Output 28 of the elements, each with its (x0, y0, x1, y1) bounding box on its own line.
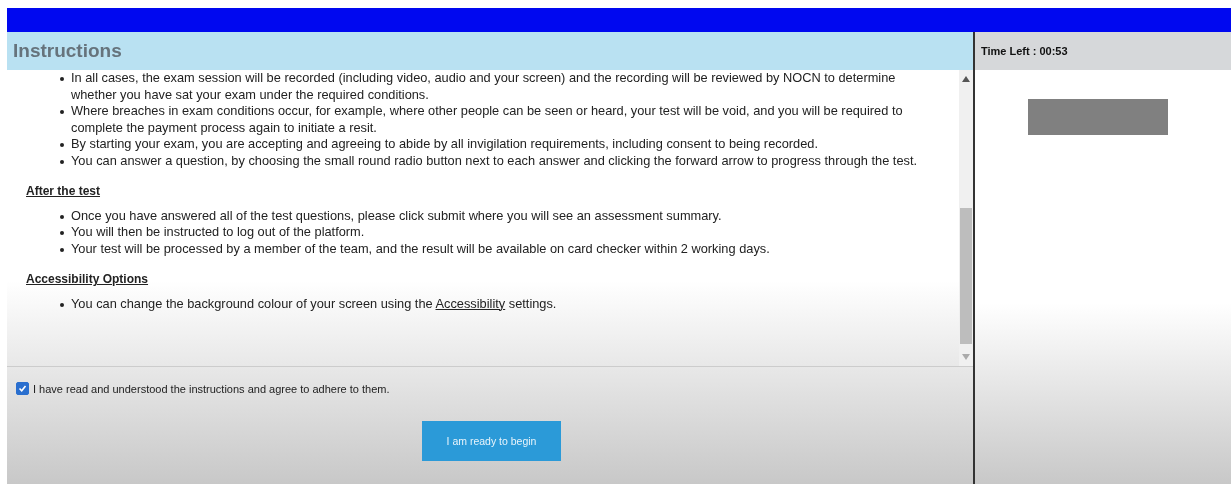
bullet-icon (60, 247, 64, 252)
instruction-item: You can answer a question, by choosing the small round radio button next to each answer and clicking the forward arrow to progress through the test. (71, 152, 919, 169)
scrollbar[interactable] (959, 70, 973, 366)
bullet-icon (60, 143, 64, 147)
accessibility-link[interactable]: Accessibility (435, 295, 506, 311)
agree-checkbox[interactable] (16, 382, 29, 395)
scroll-up-icon[interactable] (962, 76, 970, 82)
section-heading: Accessibility Options (26, 271, 150, 288)
check-icon (18, 384, 27, 393)
instruction-item: Once you have answered all of the test questions, please click submit where you will see an assessment summary. (71, 207, 723, 224)
instruction-item: You will then be instructed to log out of the platform. (71, 224, 366, 241)
time-left: Time Left : 00:53 (981, 45, 1068, 57)
bullet-icon (60, 302, 64, 307)
instruction-item: Your test will be processed by a member of the team, and the result will be available on card checker within 2 working days. (71, 240, 771, 257)
instruction-item: You can change the background colour of your screen using the Accessibility settings. (71, 295, 558, 312)
scroll-down-icon[interactable] (962, 354, 970, 360)
scroll-thumb[interactable] (960, 208, 972, 344)
section-heading: After the test (26, 183, 101, 200)
page-title: Instructions (13, 40, 122, 62)
agree-label: I have read and understood the instructions and agree to adhere to them. (33, 382, 390, 395)
bullet-icon (60, 110, 64, 114)
instruction-item: Where breaches in exam conditions occur, for example, where other people can be seen or heard, your test will be void, and you will be required to complete the payment process again to initiate a resit. (71, 103, 904, 136)
bullet-icon (60, 231, 64, 235)
instruction-item: By starting your exam, you are accepting and agreeing to abide by all invigilation requirements, including consent to being recorded. (71, 136, 819, 153)
instruction-item: In all cases, the exam session will be recorded (including video, audio and your screen) and the recording will be reviewed by NOCN to determine whether you have sat your exam under the required conditions. (71, 70, 897, 103)
bullet-icon (60, 77, 64, 81)
bullet-icon (60, 159, 64, 164)
bullet-icon (60, 214, 64, 219)
